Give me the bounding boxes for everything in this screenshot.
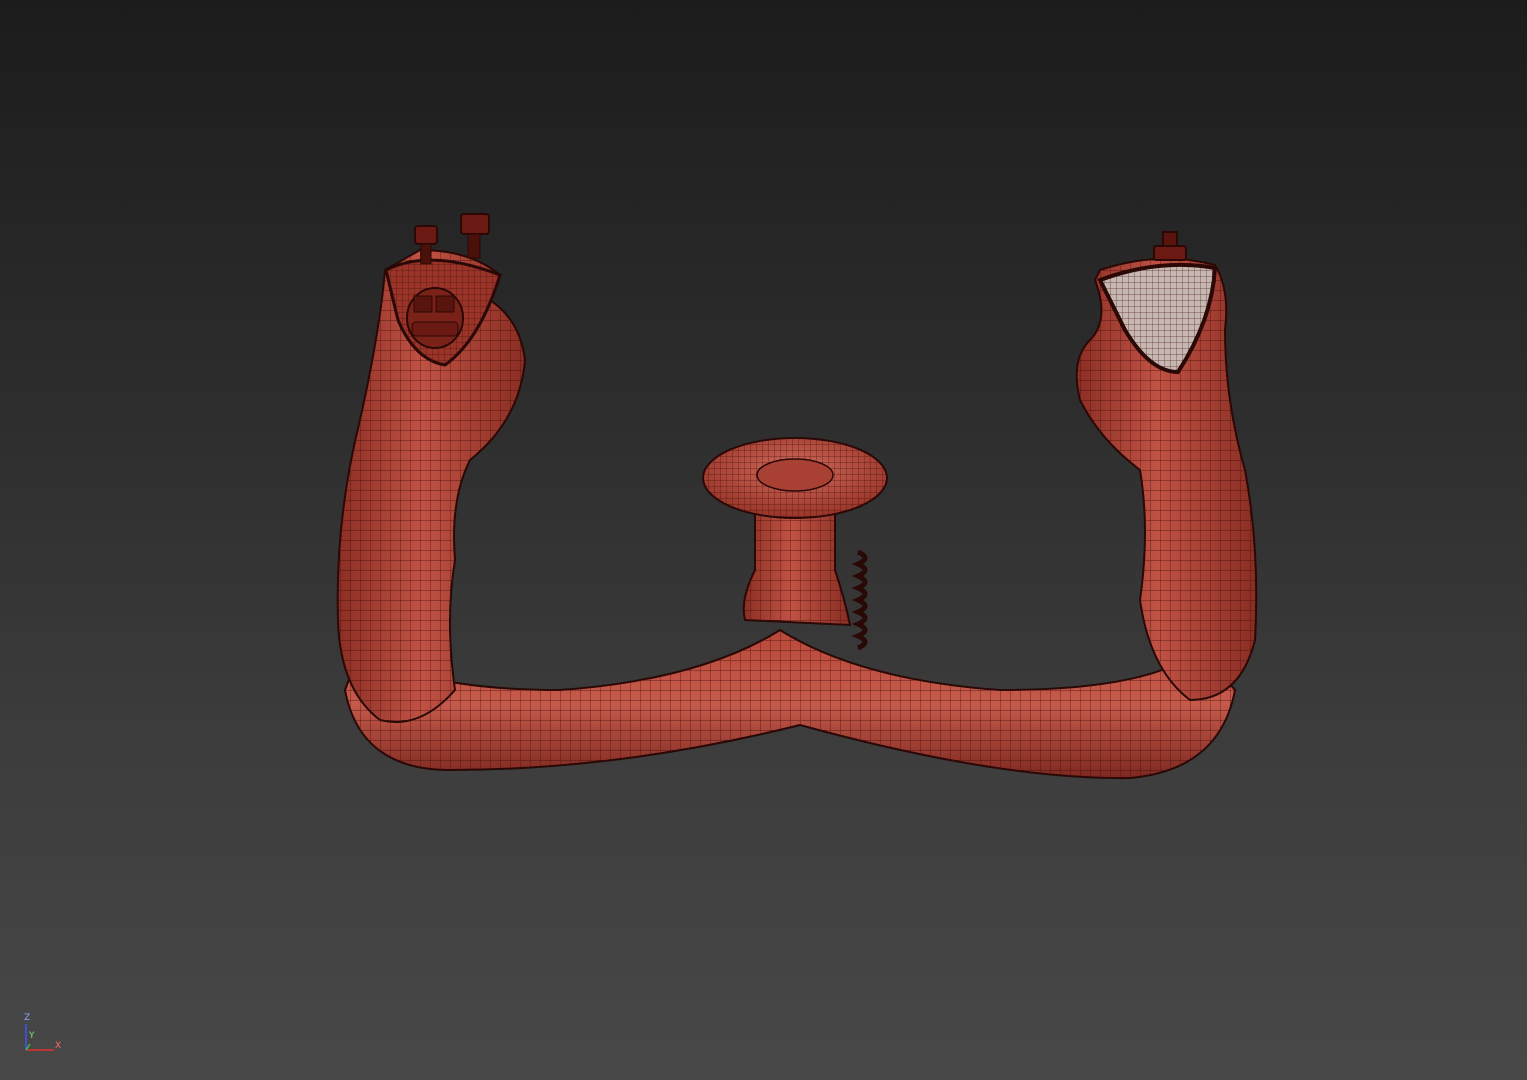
axis-gizmo: Z Y X (18, 1010, 68, 1058)
yoke-left-handle (336, 248, 527, 723)
axis-z-label: Z (24, 1013, 31, 1023)
right-switch (1153, 231, 1187, 261)
axis-x-label: X (55, 1041, 62, 1051)
yoke-right-handle (1075, 257, 1258, 702)
3d-viewport[interactable]: Z Y X (0, 0, 1527, 1080)
yoke-crossbar (343, 628, 1237, 780)
axis-y-label: Y (29, 1031, 35, 1041)
coiled-cord (851, 549, 868, 651)
yoke-model[interactable] (0, 0, 1527, 1080)
